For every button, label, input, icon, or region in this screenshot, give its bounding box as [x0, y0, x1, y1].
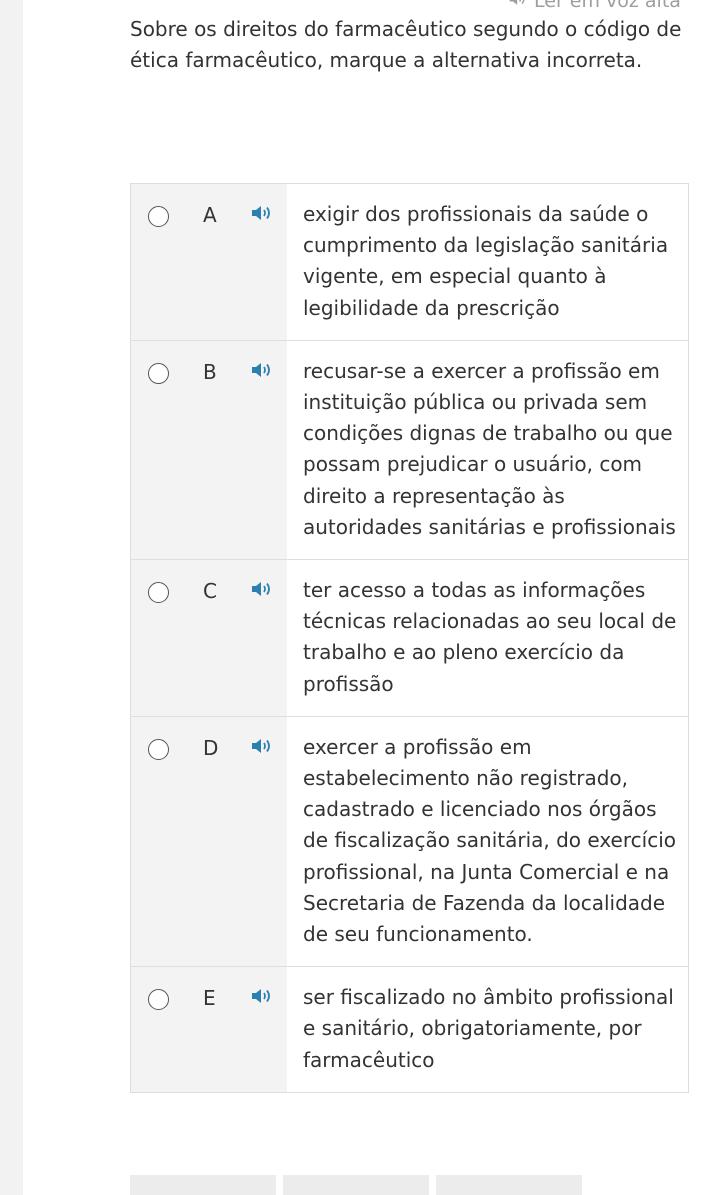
option-b[interactable]: B recusar-se a exercer a profissão em in… — [131, 339, 688, 560]
speaker-icon[interactable] — [250, 737, 274, 755]
radio-button[interactable] — [148, 206, 169, 227]
bottom-action-button-2[interactable] — [283, 1175, 429, 1195]
read-aloud-button[interactable]: Ler em voz alta — [508, 0, 681, 12]
radio-button[interactable] — [148, 362, 169, 384]
option-letter: C — [203, 579, 217, 604]
option-controls: D — [131, 716, 287, 967]
option-text[interactable]: exercer a profissão em estabelecimento n… — [287, 716, 688, 967]
radio-button[interactable] — [148, 738, 169, 760]
bottom-action-button-3[interactable] — [436, 1175, 582, 1195]
option-a[interactable]: A exigir dos profissionais da saúde o cu… — [131, 184, 688, 340]
option-letter: B — [203, 359, 217, 384]
option-c[interactable]: C ter acesso a todas as informações técn… — [131, 559, 688, 716]
speaker-icon — [508, 0, 528, 12]
option-controls: C — [131, 560, 287, 716]
option-text[interactable]: ser fiscalizado no âmbito profissional e… — [287, 967, 688, 1092]
speaker-icon[interactable] — [250, 580, 274, 598]
bottom-action-button-1[interactable] — [130, 1175, 276, 1195]
left-rail — [0, 0, 23, 1195]
option-text[interactable]: exigir dos profissionais da saúde o cump… — [287, 184, 688, 340]
option-letter: A — [203, 203, 217, 227]
option-controls: B — [131, 340, 287, 560]
options-list: A exigir dos profissionais da saúde o cu… — [130, 183, 689, 1093]
radio-button[interactable] — [148, 989, 169, 1011]
option-e[interactable]: E ser fiscalizado no âmbito profissional… — [131, 966, 688, 1092]
speaker-icon[interactable] — [250, 987, 274, 1005]
speaker-icon[interactable] — [250, 204, 274, 222]
option-controls: E — [131, 967, 287, 1092]
option-letter: D — [203, 735, 219, 760]
speaker-icon[interactable] — [250, 361, 274, 379]
radio-button[interactable] — [148, 582, 169, 604]
option-d[interactable]: D exercer a profissão em estabelecimento… — [131, 715, 688, 967]
question-text: Sobre os direitos do farmacêutico segund… — [130, 17, 682, 72]
option-text[interactable]: ter acesso a todas as informações técnic… — [287, 560, 688, 716]
read-aloud-label: Ler em voz alta — [534, 0, 681, 12]
option-controls: A — [131, 184, 287, 340]
option-text[interactable]: recusar-se a exercer a profissão em inst… — [287, 340, 688, 560]
option-letter: E — [203, 986, 216, 1011]
